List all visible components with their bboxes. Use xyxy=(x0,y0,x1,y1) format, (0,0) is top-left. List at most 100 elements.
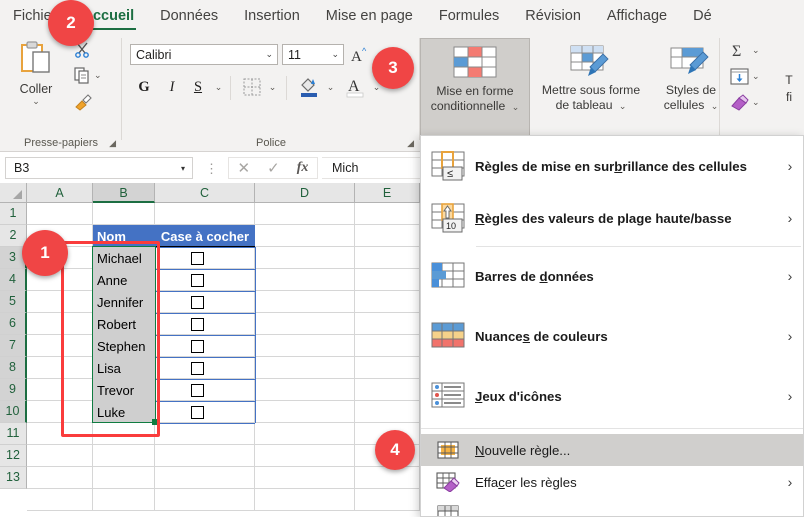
grid-cell[interactable] xyxy=(27,467,93,489)
cell-B10[interactable]: Luke xyxy=(93,401,155,423)
checkbox-row-9[interactable] xyxy=(191,384,204,397)
tab-insertion[interactable]: Insertion xyxy=(231,0,313,32)
grid-cell[interactable] xyxy=(255,291,355,313)
grid-cell[interactable] xyxy=(27,357,93,379)
tab-formules[interactable]: Formules xyxy=(426,0,512,32)
autosum-chevron-down-icon[interactable]: ⌄ xyxy=(752,45,760,56)
grid-cell[interactable] xyxy=(255,401,355,423)
tab-donnees[interactable]: Données xyxy=(147,0,231,32)
font-color-button[interactable]: A xyxy=(342,74,368,99)
fill-button[interactable]: ⌄ xyxy=(730,68,760,85)
font-name-select[interactable]: Calibri ⌄ xyxy=(130,44,278,65)
row-header-12[interactable]: 12 xyxy=(0,445,27,467)
name-box-chevron-down-icon[interactable]: ▾ xyxy=(181,164,185,173)
bold-button[interactable]: G xyxy=(134,76,154,98)
confirm-check-icon[interactable]: ✓ xyxy=(267,159,280,177)
grid-cell[interactable] xyxy=(155,467,255,489)
grid-cell[interactable] xyxy=(355,467,420,489)
borders-button[interactable] xyxy=(240,76,264,98)
grid-cell[interactable] xyxy=(255,445,355,467)
grid-cell[interactable] xyxy=(27,313,93,335)
grid-cell[interactable] xyxy=(155,269,255,291)
checkbox-row-7[interactable] xyxy=(191,340,204,353)
grid-cell[interactable] xyxy=(27,423,93,445)
cell-B4[interactable]: Anne xyxy=(93,269,155,291)
grid-cell[interactable] xyxy=(27,335,93,357)
column-header-a[interactable]: A xyxy=(27,183,93,203)
menu-item-highlight-cells-rules[interactable]: ≤ Règles de mise en surbrillance des cel… xyxy=(421,142,803,190)
grid-cell[interactable] xyxy=(255,467,355,489)
grid-cell[interactable] xyxy=(355,313,420,335)
sort-filter-button[interactable]: T fi xyxy=(774,38,804,138)
grid-cell[interactable] xyxy=(155,379,255,401)
grid-cell[interactable] xyxy=(255,379,355,401)
grid-cell[interactable] xyxy=(27,401,93,423)
grid-cell[interactable] xyxy=(255,313,355,335)
checkbox-row-5[interactable] xyxy=(191,296,204,309)
tab-mise-en-page[interactable]: Mise en page xyxy=(313,0,426,32)
cell-B5[interactable]: Jennifer xyxy=(93,291,155,313)
select-all-corner-button[interactable] xyxy=(0,183,27,203)
row-header-4[interactable]: 4 xyxy=(0,269,27,291)
fill-color-button[interactable] xyxy=(296,74,322,99)
checkbox-row-3[interactable] xyxy=(191,252,204,265)
grid-cell[interactable] xyxy=(93,467,155,489)
grid-cell[interactable] xyxy=(355,269,420,291)
menu-item-icon-sets[interactable]: Jeux d'icônes › xyxy=(421,372,803,420)
grid-cell[interactable] xyxy=(255,269,355,291)
grid-cell[interactable] xyxy=(155,489,255,511)
font-dialog-launcher-icon[interactable]: ◢ xyxy=(407,138,414,149)
fill-chevron-down-icon[interactable]: ⌄ xyxy=(752,71,760,82)
grid-cell[interactable] xyxy=(355,203,420,225)
increase-font-size-button[interactable]: A ^ xyxy=(350,44,372,65)
cancel-x-icon[interactable]: ✕ xyxy=(238,159,251,177)
copy-button[interactable]: ⌄ xyxy=(74,67,102,84)
column-header-c[interactable]: C xyxy=(155,183,255,203)
menu-item-new-rule[interactable]: Nouvelle règle... xyxy=(421,434,803,466)
grid-cell[interactable] xyxy=(27,291,93,313)
grid-cell[interactable] xyxy=(355,247,420,269)
underline-button[interactable]: S xyxy=(188,76,208,98)
checkbox-row-4[interactable] xyxy=(191,274,204,287)
grid-cell[interactable] xyxy=(355,291,420,313)
grid-cell[interactable] xyxy=(255,247,355,269)
grid-cell[interactable] xyxy=(93,203,155,225)
paste-button[interactable]: Coller ⌄ xyxy=(8,40,64,107)
autosum-button[interactable]: Σ ⌄ xyxy=(730,42,760,59)
row-header-5[interactable]: 5 xyxy=(0,291,27,313)
borders-chevron-down-icon[interactable]: ⌄ xyxy=(264,78,278,96)
grid-cell[interactable] xyxy=(355,401,420,423)
underline-chevron-down-icon[interactable]: ⌄ xyxy=(210,78,224,96)
tab-developpeur[interactable]: Dé xyxy=(680,0,725,32)
grid-cell[interactable] xyxy=(155,423,255,445)
paste-chevron-down-icon[interactable]: ⌄ xyxy=(8,96,64,107)
formula-bar-dots-icon[interactable]: ⋮ xyxy=(205,161,218,177)
row-header-8[interactable]: 8 xyxy=(0,357,27,379)
checkbox-row-6[interactable] xyxy=(191,318,204,331)
row-header-13[interactable]: 13 xyxy=(0,467,27,489)
tab-revision[interactable]: Révision xyxy=(512,0,594,32)
grid-cell[interactable] xyxy=(355,379,420,401)
grid-cell[interactable] xyxy=(155,313,255,335)
clear-button[interactable]: ⌄ xyxy=(730,94,760,111)
font-size-chevron-down-icon[interactable]: ⌄ xyxy=(331,49,339,60)
column-header-e[interactable]: E xyxy=(355,183,420,203)
grid-cell[interactable] xyxy=(155,247,255,269)
cell-B6[interactable]: Robert xyxy=(93,313,155,335)
cell-B9[interactable]: Trevor xyxy=(93,379,155,401)
grid-cell[interactable] xyxy=(155,203,255,225)
grid-cell[interactable] xyxy=(155,401,255,423)
copy-chevron-down-icon[interactable]: ⌄ xyxy=(94,70,102,81)
menu-item-clear-rules[interactable]: Effacer les règles › xyxy=(421,466,803,498)
fill-color-chevron-down-icon[interactable]: ⌄ xyxy=(322,78,336,96)
italic-button[interactable]: I xyxy=(162,76,182,98)
row-header-7[interactable]: 7 xyxy=(0,335,27,357)
grid-cell[interactable] xyxy=(255,489,355,511)
column-header-d[interactable]: D xyxy=(255,183,355,203)
format-as-table-button[interactable]: Mettre sous forme de tableau ⌄ xyxy=(532,38,650,138)
grid-cell[interactable] xyxy=(255,423,355,445)
cell-styles-chevron-down-icon[interactable]: ⌄ xyxy=(711,101,719,111)
grid-cell[interactable] xyxy=(27,203,93,225)
grid-cell[interactable] xyxy=(155,357,255,379)
selection-fill-handle[interactable] xyxy=(152,419,158,425)
